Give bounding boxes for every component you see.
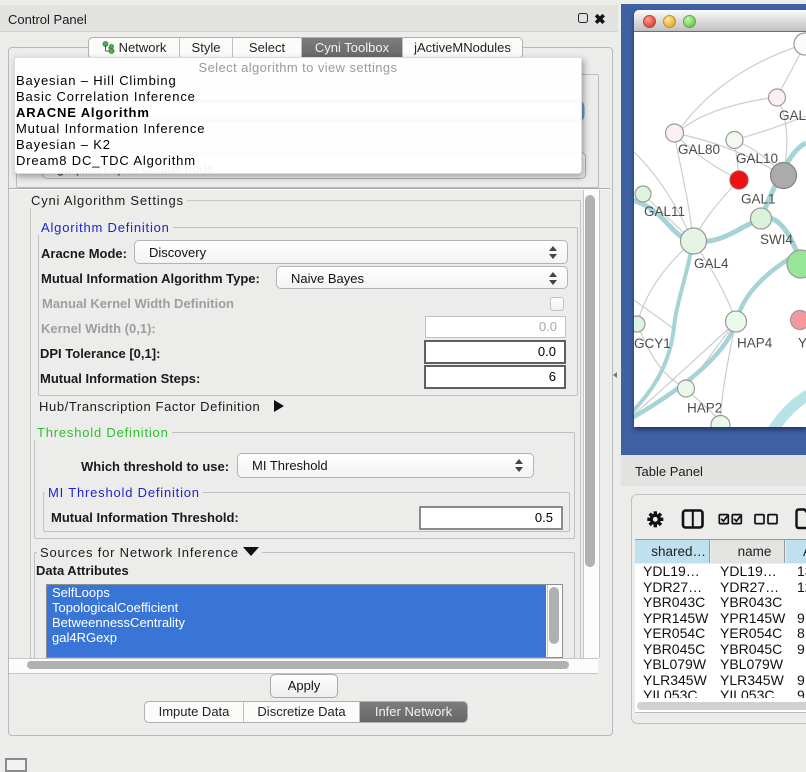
svg-text:GAL11: GAL11 xyxy=(644,204,685,219)
svg-text:GAL1: GAL1 xyxy=(741,192,776,207)
svg-text:GCY1: GCY1 xyxy=(634,336,671,351)
svg-text:HAP2: HAP2 xyxy=(687,401,722,416)
svg-text:GAL4: GAL4 xyxy=(694,256,729,271)
svg-text:GAL: GAL xyxy=(779,108,806,123)
svg-text:Y: Y xyxy=(798,336,806,351)
svg-text:GAL10: GAL10 xyxy=(736,151,778,166)
svg-text:HAP4: HAP4 xyxy=(737,336,773,351)
svg-text:GAL80: GAL80 xyxy=(678,142,720,157)
svg-text:SWI4: SWI4 xyxy=(760,232,793,247)
